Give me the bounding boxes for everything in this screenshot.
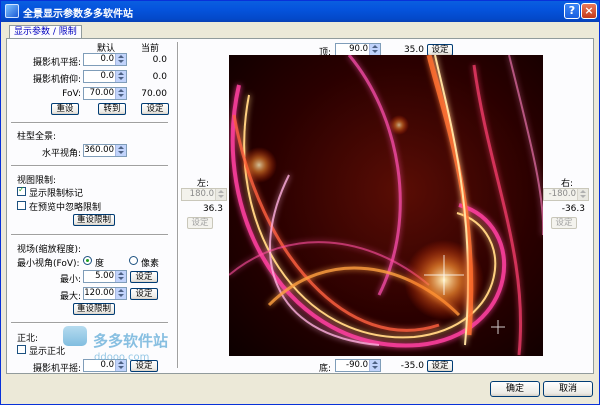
top-limit-current: 35.0 xyxy=(403,45,424,55)
title-bar[interactable]: 全景显示参数多多软件站 ? × xyxy=(1,1,599,22)
camera-reset-button[interactable]: 重设 xyxy=(51,103,79,115)
min-label: 最小: xyxy=(59,275,81,285)
help-button[interactable]: ? xyxy=(564,3,580,19)
divider xyxy=(11,122,168,124)
tilt-current: 0.0 xyxy=(152,72,167,82)
left-limit-set-button[interactable]: 设定 xyxy=(187,217,213,229)
panorama-preview[interactable] xyxy=(229,55,543,356)
min-fov-value: 5.00 xyxy=(95,271,114,281)
divider xyxy=(11,234,168,236)
min-fov-set-button[interactable]: 设定 xyxy=(130,271,158,283)
left-limit-spin-arrows[interactable] xyxy=(215,189,226,200)
camera-set-button[interactable]: 设定 xyxy=(141,103,169,115)
min-fov-spinbox[interactable]: 5.00 xyxy=(83,270,127,283)
view-limit-reset-button[interactable]: 重设限制 xyxy=(73,214,115,226)
dialog-window: 全景显示参数多多软件站 ? × 显示参数 / 限制 默认 当前 摄影机平摇: 0… xyxy=(0,0,600,405)
top-limit-value: 90.0 xyxy=(349,44,368,54)
watermark-text: 多多软件站 xyxy=(93,332,169,350)
show-north-checkbox[interactable] xyxy=(17,345,26,354)
max-fov-set-button[interactable]: 设定 xyxy=(130,288,158,300)
hfov-value: 360.00 xyxy=(84,145,114,155)
pan-spinbox[interactable]: 0.0 xyxy=(83,53,127,66)
pan-spin-arrows[interactable] xyxy=(115,54,126,65)
tilt-spinbox[interactable]: 0.0 xyxy=(83,70,127,83)
hfov-spinbox[interactable]: 360.00 xyxy=(83,144,127,157)
left-limit-value: 180.0 xyxy=(189,189,214,199)
cylinder-title: 柱型全景: xyxy=(17,132,57,142)
tilt-value: 0.0 xyxy=(100,71,114,81)
north-title: 正北: xyxy=(17,334,39,344)
ok-button[interactable]: 确定 xyxy=(490,381,540,397)
fov-spin-arrows[interactable] xyxy=(115,88,126,99)
tilt-spin-arrows[interactable] xyxy=(115,71,126,82)
watermark-logo xyxy=(63,326,87,346)
pan-value: 0.0 xyxy=(100,54,114,64)
fov-limit-reset-button[interactable]: 重设限制 xyxy=(73,303,115,315)
fov-value: 70.00 xyxy=(89,88,114,98)
camera-goto-button[interactable]: 转到 xyxy=(98,103,126,115)
window-title: 全景显示参数多多软件站 xyxy=(23,9,133,20)
right-limit-current: -36.3 xyxy=(561,204,585,214)
panel-divider xyxy=(177,42,179,368)
divider xyxy=(11,165,168,167)
bottom-limit-spin-arrows[interactable] xyxy=(369,360,380,371)
right-limit-value: -180.0 xyxy=(548,189,576,199)
bottom-limit-current: -35.0 xyxy=(400,361,424,371)
column-current-header: 当前 xyxy=(141,44,160,54)
max-fov-spin-arrows[interactable] xyxy=(115,288,126,299)
right-limit-spin-arrows[interactable] xyxy=(577,189,588,200)
show-marks-label: 显示限制标记 xyxy=(29,189,84,199)
unit-pixel-radio[interactable] xyxy=(129,256,138,265)
max-fov-spinbox[interactable]: 120.00 xyxy=(83,287,127,300)
tilt-label: 摄影机俯仰: xyxy=(32,75,81,85)
fov-limit-title: 视场(缩放程度): xyxy=(17,245,82,255)
unit-degree-label: 度 xyxy=(95,259,105,269)
unit-degree-radio[interactable] xyxy=(83,256,92,265)
cancel-button[interactable]: 取消 xyxy=(543,381,593,397)
app-icon xyxy=(5,4,19,18)
divider xyxy=(11,322,168,324)
preview-light-art xyxy=(229,55,543,356)
left-limit-current: 36.3 xyxy=(202,204,223,214)
bottom-limit-label: 底: xyxy=(318,364,331,374)
hfov-spin-arrows[interactable] xyxy=(115,145,126,156)
pan-current: 0.0 xyxy=(152,55,167,65)
max-fov-value: 120.00 xyxy=(84,288,114,298)
show-marks-checkbox[interactable] xyxy=(17,185,26,196)
close-button[interactable]: × xyxy=(581,3,597,19)
fov-spinbox[interactable]: 70.00 xyxy=(83,87,127,100)
unit-pixel-label: 像素 xyxy=(141,259,160,269)
fov-label: FoV: xyxy=(62,89,81,99)
hfov-label: 水平视角: xyxy=(41,149,81,159)
max-label: 最大: xyxy=(59,292,81,302)
right-limit-spinbox[interactable]: -180.0 xyxy=(543,188,589,201)
watermark-url: ddooo.com xyxy=(94,352,150,363)
min-fov-label: 最小视角(FoV): xyxy=(17,259,80,269)
min-fov-spin-arrows[interactable] xyxy=(115,271,126,282)
show-north-label: 显示正北 xyxy=(29,347,66,357)
bottom-limit-spinbox[interactable]: -90.0 xyxy=(335,359,381,372)
ignore-preview-label: 在预览中忽略限制 xyxy=(29,203,102,213)
bottom-limit-value: -90.0 xyxy=(346,360,368,370)
top-limit-spin-arrows[interactable] xyxy=(369,44,380,55)
north-pan-label: 摄影机平摇: xyxy=(32,364,81,374)
tab-display-params[interactable]: 显示参数 / 限制 xyxy=(9,25,82,39)
ignore-preview-checkbox[interactable] xyxy=(17,201,26,210)
bottom-limit-set-button[interactable]: 设定 xyxy=(427,360,453,372)
fov-current: 70.00 xyxy=(141,89,167,99)
right-limit-set-button[interactable]: 设定 xyxy=(551,217,577,229)
pan-label: 摄影机平摇: xyxy=(32,58,81,68)
left-limit-spinbox[interactable]: 180.0 xyxy=(181,188,227,201)
